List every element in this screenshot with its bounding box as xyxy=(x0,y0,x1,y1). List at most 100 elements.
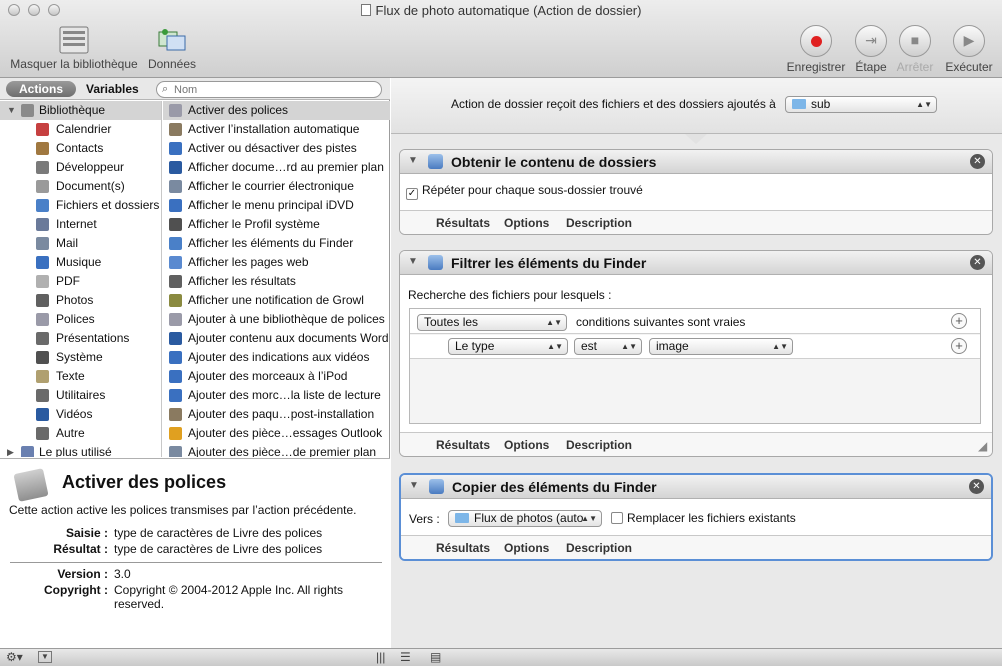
category-item[interactable]: Calendrier xyxy=(0,120,161,139)
category-item[interactable]: Musique xyxy=(0,253,161,272)
fonts-icon xyxy=(36,313,49,326)
action-item[interactable]: Afficher le Profil système xyxy=(163,215,390,234)
action-item[interactable]: Afficher les éléments du Finder xyxy=(163,234,390,253)
category-list[interactable]: ▼ Bibliothèque Calendrier Contacts Développe… xyxy=(0,101,162,457)
tab-variables[interactable]: Variables xyxy=(86,81,139,97)
options-tab[interactable]: Options xyxy=(504,541,549,555)
workflow-input-header: Action de dossier reçoit des fichiers et… xyxy=(391,78,1002,134)
checkbox-checked-icon[interactable]: ✓ xyxy=(406,188,418,200)
add-criteria-button[interactable]: + xyxy=(951,338,967,354)
category-item[interactable]: Utilitaires xyxy=(0,386,161,405)
description-tab[interactable]: Description xyxy=(566,216,632,230)
action-item[interactable]: Ajouter à une bibliothèque de polices xyxy=(163,310,390,329)
stop-button[interactable]: ■ Arrêter xyxy=(893,25,937,74)
remove-action-button[interactable]: ✕ xyxy=(970,154,985,169)
category-item[interactable]: Système xyxy=(0,348,161,367)
results-tab[interactable]: Résultats xyxy=(436,438,490,452)
category-item[interactable]: Polices xyxy=(0,310,161,329)
record-button[interactable]: Enregistrer xyxy=(786,25,846,74)
category-item[interactable]: ▼ Bibliothèque xyxy=(0,101,161,120)
add-criteria-button[interactable]: + xyxy=(951,313,967,329)
search-field[interactable]: ⌕ xyxy=(156,81,382,98)
action-item[interactable]: Ajouter des pièce…essages Outlook xyxy=(163,424,390,443)
action-list[interactable]: Activer des polices Activer l’installatio… xyxy=(163,101,390,457)
replace-existing-checkbox[interactable]: Remplacer les fichiers existants xyxy=(611,511,796,525)
category-item[interactable]: Vidéos xyxy=(0,405,161,424)
category-item[interactable]: Photos xyxy=(0,291,161,310)
category-item[interactable]: Présentations xyxy=(0,329,161,348)
description-title: Activer des polices xyxy=(62,472,227,492)
log-view-icon[interactable]: ▤ xyxy=(430,650,441,664)
results-tab[interactable]: Résultats xyxy=(436,541,490,555)
category-item[interactable]: Document(s) xyxy=(0,177,161,196)
action-item[interactable]: Afficher les pages web xyxy=(163,253,390,272)
options-tab[interactable]: Options xyxy=(504,216,549,230)
criteria-value-popup[interactable]: image ▲▼ xyxy=(649,338,793,355)
action-item[interactable]: Activer des polices xyxy=(163,101,390,120)
action-item[interactable]: Afficher le courrier électronique xyxy=(163,177,390,196)
target-folder-popup[interactable]: sub ▲▼ xyxy=(785,96,937,113)
action-filter-finder-items[interactable]: ▼ Filtrer les éléments du Finder ✕ Reche… xyxy=(399,250,993,457)
action-label: Activer ou désactiver des pistes xyxy=(188,141,357,155)
action-item[interactable]: Activer l’installation automatique xyxy=(163,120,390,139)
category-item[interactable]: PDF xyxy=(0,272,161,291)
action-item[interactable]: Afficher une notification de Growl xyxy=(163,291,390,310)
action-item[interactable]: Ajouter des indications aux vidéos xyxy=(163,348,390,367)
toggle-description-icon[interactable]: ▼ xyxy=(38,651,52,663)
action-label: Afficher une notification de Growl xyxy=(188,293,364,307)
category-item[interactable]: Internet xyxy=(0,215,161,234)
document-icon xyxy=(36,180,49,193)
action-item[interactable]: Ajouter des pièce…de premier plan xyxy=(163,443,390,457)
category-item[interactable]: Mail xyxy=(0,234,161,253)
action-item[interactable]: Ajouter des morc…la liste de lecture xyxy=(163,386,390,405)
category-item[interactable]: Développeur xyxy=(0,158,161,177)
media-button[interactable]: Données xyxy=(146,26,198,71)
disclosure-triangle-icon[interactable]: ▼ xyxy=(409,480,419,491)
disclosure-triangle-icon[interactable]: ▼ xyxy=(7,101,16,120)
category-item[interactable]: Contacts xyxy=(0,139,161,158)
match-all-popup[interactable]: Toutes les ▲▼ xyxy=(417,314,567,331)
disclosure-triangle-icon[interactable]: ▶ xyxy=(7,443,14,457)
description-tab[interactable]: Description xyxy=(566,438,632,452)
action-item[interactable]: Afficher docume…rd au premier plan xyxy=(163,158,390,177)
gear-icon[interactable]: ⚙▾ xyxy=(6,650,23,664)
action-item[interactable]: Afficher le menu principal iDVD xyxy=(163,196,390,215)
results-tab[interactable]: Résultats xyxy=(436,216,490,230)
checkbox-unchecked-icon[interactable] xyxy=(611,512,623,524)
search-input[interactable] xyxy=(174,83,374,96)
splitter-handle-icon[interactable]: ||| xyxy=(376,650,385,664)
repeat-subfolders-checkbox[interactable]: ✓ Répéter pour chaque sous-dossier trouvé xyxy=(406,183,643,200)
criteria-box: Toutes les ▲▼ conditions suivantes sont v… xyxy=(409,308,981,424)
action-item[interactable]: Ajouter des morceaux à l’iPod xyxy=(163,367,390,386)
category-item[interactable]: Fichiers et dossiers xyxy=(0,196,161,215)
outlook-icon xyxy=(169,427,182,440)
remove-action-button[interactable]: ✕ xyxy=(970,255,985,270)
step-button[interactable]: ⇥ Étape xyxy=(852,25,890,74)
run-button[interactable]: ▶ Exécuter xyxy=(944,25,994,74)
action-get-folder-contents[interactable]: ▼ Obtenir le contenu de dossiers ✕ ✓ Répé… xyxy=(399,149,993,235)
category-item[interactable]: Autre xyxy=(0,424,161,443)
criteria-operator-popup[interactable]: est ▲▼ xyxy=(574,338,642,355)
options-tab[interactable]: Options xyxy=(504,438,549,452)
category-item[interactable]: Texte xyxy=(0,367,161,386)
remove-action-button[interactable]: ✕ xyxy=(969,479,984,494)
action-item[interactable]: Activer ou désactiver des pistes xyxy=(163,139,390,158)
category-item[interactable]: ▶ Le plus utilisé xyxy=(0,443,161,457)
criteria-field-popup[interactable]: Le type ▲▼ xyxy=(448,338,568,355)
hide-library-button[interactable]: Masquer la bibliothèque xyxy=(8,26,140,71)
list-view-icon[interactable]: ☰ xyxy=(400,650,411,664)
description-tab[interactable]: Description xyxy=(566,541,632,555)
resize-handle-icon[interactable]: ◢ xyxy=(978,439,987,453)
disclosure-triangle-icon[interactable]: ▼ xyxy=(408,256,418,267)
destination-popup[interactable]: Flux de photos (auto ▲▼ xyxy=(448,510,602,527)
action-item[interactable]: Ajouter contenu aux documents Word xyxy=(163,329,390,348)
tab-actions[interactable]: Actions xyxy=(6,81,76,97)
action-item[interactable]: Ajouter des paqu…post-installation xyxy=(163,405,390,424)
disclosure-triangle-icon[interactable]: ▼ xyxy=(408,155,418,166)
action-label: Ajouter des pièce…essages Outlook xyxy=(188,426,383,440)
action-item[interactable]: Afficher les résultats xyxy=(163,272,390,291)
most-used-icon xyxy=(21,446,34,457)
action-copy-finder-items[interactable]: ▼ Copier des éléments du Finder ✕ Vers :… xyxy=(399,473,993,561)
action-label: Activer l’installation automatique xyxy=(188,122,360,136)
word-icon xyxy=(169,161,182,174)
